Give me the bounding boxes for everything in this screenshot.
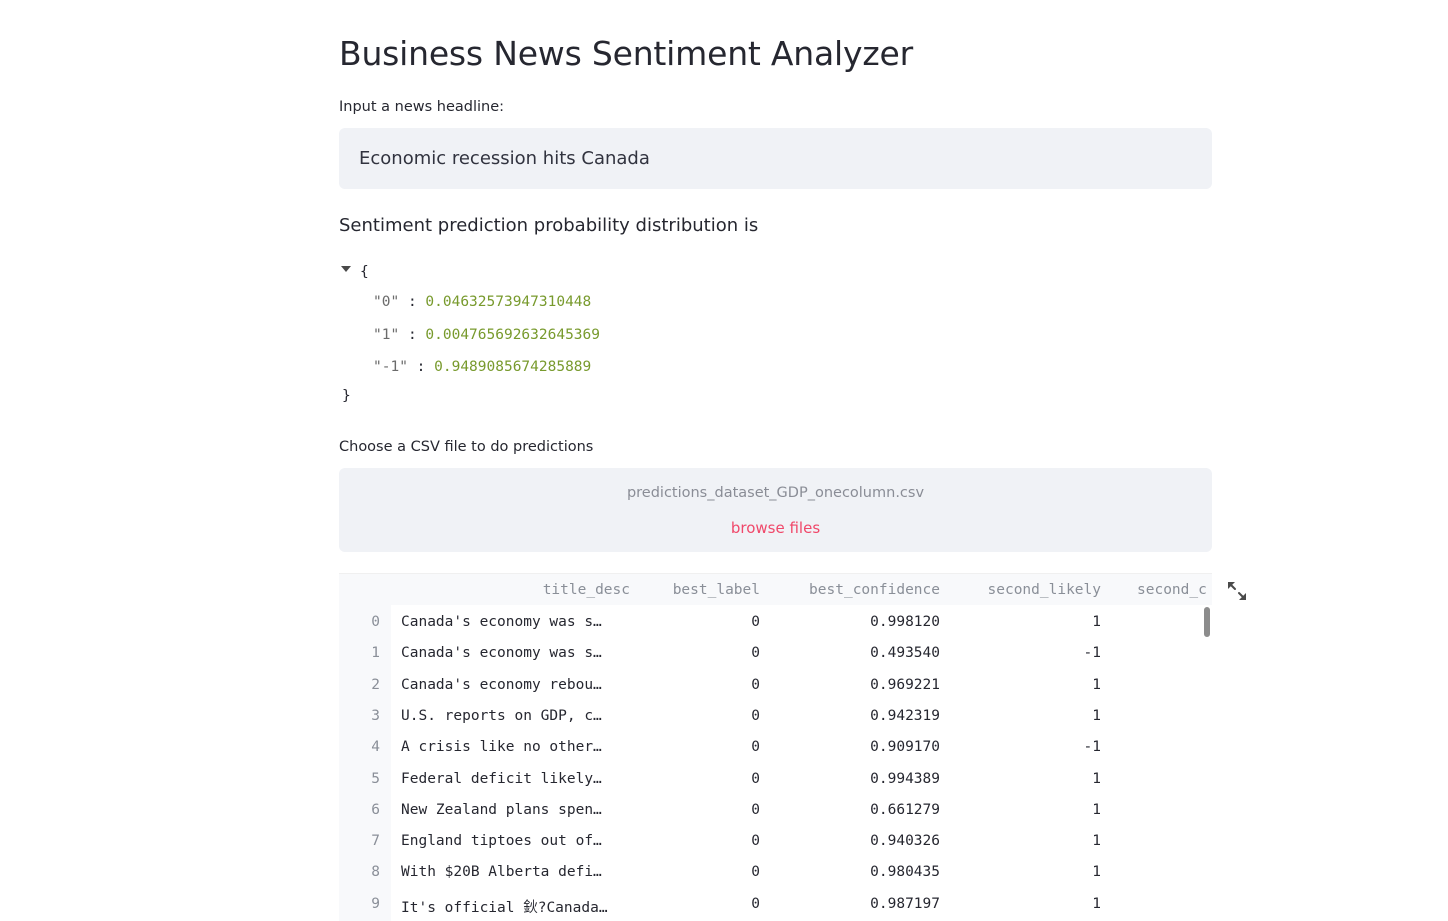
- cell-second-likely: 1: [1092, 896, 1101, 912]
- json-close-brace: }: [342, 388, 351, 404]
- cell-best-confidence: 0.493540: [870, 645, 940, 661]
- column-header-second-confidence[interactable]: second_c: [1137, 582, 1207, 598]
- cell-best-label: 0: [751, 739, 760, 755]
- row-index: 4: [371, 739, 380, 755]
- cell-title-desc: Federal deficit likely…: [401, 771, 602, 787]
- column-header-title-desc[interactable]: title_desc: [543, 582, 630, 598]
- cell-best-label: 0: [751, 645, 760, 661]
- cell-title-desc: Canada's economy was s…: [401, 645, 602, 661]
- table-index-column-bg: [339, 574, 391, 921]
- predictions-table[interactable]: title_desc best_label best_confidence se…: [339, 573, 1212, 921]
- json-key: "1": [373, 327, 400, 343]
- file-dropzone[interactable]: predictions_dataset_GDP_onecolumn.csv br…: [339, 468, 1212, 552]
- uploaded-file-name: predictions_dataset_GDP_onecolumn.csv: [626, 485, 925, 501]
- headline-input[interactable]: [339, 128, 1212, 189]
- headline-input-label: Input a news headline:: [339, 99, 505, 115]
- cell-second-likely: 1: [1092, 833, 1101, 849]
- cell-best-confidence: 0.909170: [870, 739, 940, 755]
- page-title: Business News Sentiment Analyzer: [339, 34, 913, 73]
- cell-title-desc: A crisis like no other…: [401, 739, 602, 755]
- cell-best-label: 0: [751, 708, 760, 724]
- json-entry-2: "-1" : 0.9489085674285889: [373, 359, 591, 375]
- cell-second-likely: -1: [1083, 645, 1101, 661]
- row-index: 0: [371, 614, 380, 630]
- cell-best-confidence: 0.661279: [870, 802, 940, 818]
- browse-files-button[interactable]: browse files: [339, 519, 1212, 537]
- row-index: 7: [371, 833, 380, 849]
- expand-arrows-icon[interactable]: [1227, 581, 1247, 601]
- cell-best-confidence: 0.987197: [870, 896, 940, 912]
- row-index: 1: [371, 645, 380, 661]
- cell-best-confidence: 0.940326: [870, 833, 940, 849]
- cell-title-desc: England tiptoes out of…: [401, 833, 602, 849]
- cell-best-label: 0: [751, 771, 760, 787]
- cell-second-likely: 1: [1092, 677, 1101, 693]
- file-uploader-label: Choose a CSV file to do predictions: [339, 439, 594, 455]
- json-key: "0": [373, 294, 400, 310]
- cell-best-label: 0: [751, 896, 760, 912]
- cell-best-confidence: 0.969221: [870, 677, 940, 693]
- row-index: 9: [371, 896, 380, 912]
- cell-second-likely: 1: [1092, 614, 1101, 630]
- json-colon: :: [416, 359, 426, 375]
- json-value: 0.04632573947310448: [425, 294, 592, 310]
- cell-best-label: 0: [751, 677, 760, 693]
- cell-best-label: 0: [751, 833, 760, 849]
- cell-title-desc: Canada's economy was s…: [401, 614, 602, 630]
- json-entry-1: "1" : 0.004765692632645369: [373, 327, 600, 343]
- cell-best-confidence: 0.942319: [870, 708, 940, 724]
- cell-title-desc: New Zealand plans spen…: [401, 802, 602, 818]
- row-index: 6: [371, 802, 380, 818]
- column-header-second-likely[interactable]: second_likely: [988, 582, 1102, 598]
- cell-second-likely: 1: [1092, 864, 1101, 880]
- cell-second-likely: 1: [1092, 708, 1101, 724]
- prediction-heading: Sentiment prediction probability distrib…: [339, 215, 759, 236]
- column-header-best-label[interactable]: best_label: [673, 582, 760, 598]
- row-index: 5: [371, 771, 380, 787]
- cell-best-label: 0: [751, 802, 760, 818]
- cell-best-label: 0: [751, 614, 760, 630]
- cell-best-label: 0: [751, 864, 760, 880]
- caret-down-icon[interactable]: [341, 266, 351, 272]
- json-open-brace: {: [360, 264, 369, 280]
- json-colon: :: [407, 294, 417, 310]
- cell-title-desc: Canada's economy rebou…: [401, 677, 602, 693]
- cell-title-desc: With $20B Alberta defi…: [401, 864, 602, 880]
- table-scrollbar[interactable]: [1204, 607, 1210, 637]
- cell-second-likely: 1: [1092, 802, 1101, 818]
- cell-title-desc: It's official 鈥?Canada…: [401, 900, 608, 916]
- cell-best-confidence: 0.998120: [870, 614, 940, 630]
- row-index: 2: [371, 677, 380, 693]
- json-value: 0.004765692632645369: [425, 327, 601, 343]
- cell-best-confidence: 0.980435: [870, 864, 940, 880]
- cell-second-likely: -1: [1083, 739, 1101, 755]
- cell-best-confidence: 0.994389: [870, 771, 940, 787]
- cell-second-likely: 1: [1092, 771, 1101, 787]
- json-value: 0.9489085674285889: [434, 359, 592, 375]
- column-header-best-confidence[interactable]: best_confidence: [809, 582, 940, 598]
- cell-title-desc: U.S. reports on GDP, c…: [401, 708, 602, 724]
- json-colon: :: [407, 327, 417, 343]
- json-key: "-1": [373, 359, 408, 375]
- row-index: 3: [371, 708, 380, 724]
- json-entry-0: "0" : 0.04632573947310448: [373, 294, 591, 310]
- row-index: 8: [371, 864, 380, 880]
